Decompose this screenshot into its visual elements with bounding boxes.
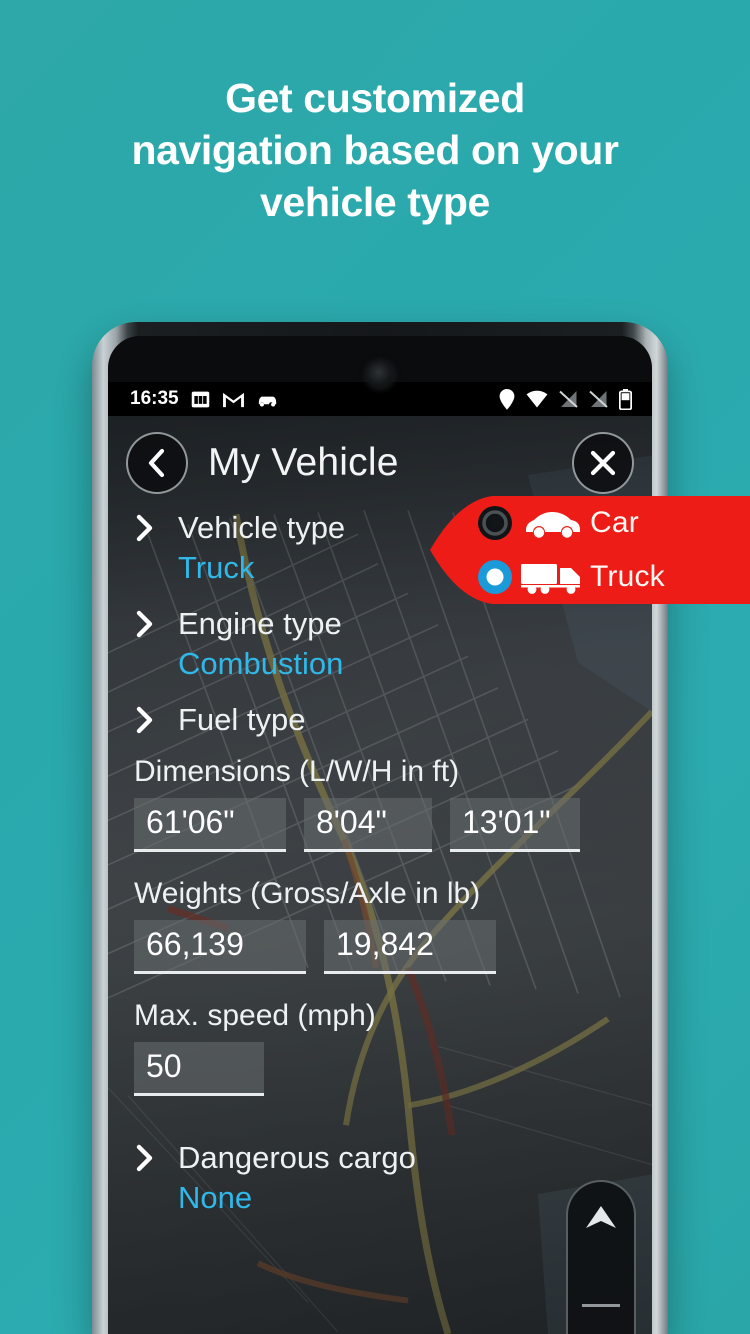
radio-car[interactable] [474,504,516,542]
page-headline: Get customized navigation based on your … [0,72,750,228]
row-label: Vehicle type [178,510,346,545]
truck-icon [516,560,590,594]
row-value: Truck [178,550,255,585]
popup-option-label: Car [590,506,639,539]
popup-option-car[interactable]: Car [474,498,750,548]
row-value: Combustion [178,646,344,681]
dimensions-label: Dimensions (L/W/H in ft) [134,755,460,788]
max-speed-group: Max. speed (mph) 50 [108,994,652,1096]
close-icon [590,450,616,476]
axle-weight-field[interactable]: 19,842 [324,920,496,974]
popup-option-label: Truck [590,560,665,593]
length-field[interactable]: 61'06" [134,798,286,852]
row-label: Fuel type [178,702,306,737]
width-field[interactable]: 8'04" [304,798,432,852]
chevron-right-icon [134,700,178,739]
row-label: Dangerous cargo [178,1140,416,1175]
phone-screen: 16:35 My Vehicle Vehicle type Truck Engi… [108,336,652,1334]
weights-label: Weights (Gross/Axle in lb) [134,877,481,910]
max-speed-value: 50 [146,1048,182,1084]
battery-icon [619,388,632,410]
signal-icon [589,390,608,408]
scroll-control[interactable] [566,1180,636,1334]
signal-icon [559,390,578,408]
height-value: 13'01" [462,804,551,840]
close-button[interactable] [572,432,634,494]
page-title: My Vehicle [208,441,399,484]
row-fuel-type[interactable]: Fuel type [108,700,652,740]
popup-option-truck[interactable]: Truck [474,552,750,602]
radio-truck[interactable] [474,558,516,596]
length-value: 61'06" [146,804,235,840]
headline-line-3: vehicle type [260,179,490,225]
radio-selected-icon [478,560,512,594]
gross-weight-value: 66,139 [146,926,244,962]
height-field[interactable]: 13'01" [450,798,580,852]
axle-weight-value: 19,842 [336,926,434,962]
vehicle-type-popup[interactable]: Car Truck [430,492,750,608]
radio-unselected-icon [478,506,512,540]
car-icon [516,508,590,538]
gmail-icon [222,392,244,407]
row-value: None [178,1180,253,1215]
weights-group: Weights (Gross/Axle in lb) 66,139 19,842 [108,872,652,974]
wifi-icon [526,390,548,408]
settings-rows: Vehicle type Truck Engine type Combustio… [108,508,652,1234]
scroll-divider [582,1303,620,1307]
front-camera-icon [367,362,393,388]
phone-mockup: 16:35 My Vehicle Vehicle type Truck Engi… [92,322,668,1334]
headline-line-1: Get customized [225,75,525,121]
max-speed-label: Max. speed (mph) [134,999,376,1032]
title-bar: My Vehicle [108,424,652,502]
headline-line-2: navigation based on your [131,127,619,173]
arrow-up-icon[interactable] [584,1204,618,1232]
gross-weight-field[interactable]: 66,139 [134,920,306,974]
location-pin-icon [499,388,515,410]
chevron-right-icon [134,508,178,547]
chevron-left-icon [148,448,165,478]
status-time: 16:35 [130,388,179,409]
row-engine-type[interactable]: Engine type Combustion [108,604,652,684]
dimensions-group: Dimensions (L/W/H in ft) 61'06" 8'04" 13… [108,750,652,852]
back-button[interactable] [126,432,188,494]
calendar-icon [191,391,209,407]
car-icon [258,396,276,407]
width-value: 8'04" [316,804,387,840]
row-label: Engine type [178,606,342,641]
chevron-right-icon [134,604,178,643]
chevron-right-icon [134,1138,178,1177]
max-speed-field[interactable]: 50 [134,1042,264,1096]
